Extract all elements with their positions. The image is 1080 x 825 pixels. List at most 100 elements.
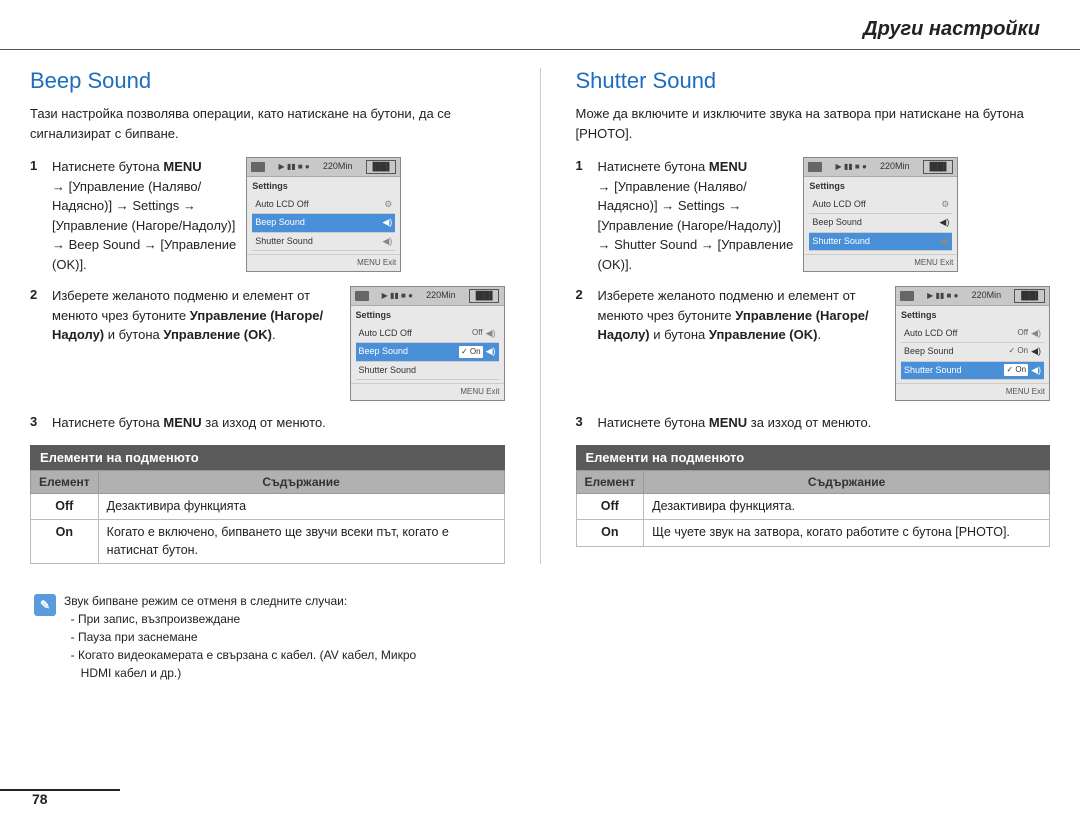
cam-screen-2-left: ▶ ▮▮ ■ ● 220Min ▐██▌ Settings Auto LCD O…: [350, 286, 505, 401]
cam-item-shutter-3: Shutter Sound◀): [809, 233, 952, 252]
beep-submenu-header: Елементи на подменюто: [30, 445, 505, 470]
cam-item-shutter-4: Shutter Sound ✓ On ◀): [901, 362, 1044, 381]
cam-menu-title-2: Settings: [356, 309, 499, 323]
beep-sound-column: Beep Sound Тази настройка позволява опер…: [30, 68, 505, 564]
shutter-sound-column: Shutter Sound Може да включите и изключи…: [576, 68, 1051, 564]
shutter-submenu-table: Елемент Съдържание Off Дезактивира функц…: [576, 470, 1051, 547]
note-container: ✎ Звук бипване режим се отменя в следнит…: [0, 564, 1080, 682]
main-content: Beep Sound Тази настройка позволява опер…: [0, 68, 1080, 564]
step-number-2: 2: [30, 287, 44, 302]
cam-item-shutter-2: Shutter Sound: [356, 362, 499, 381]
shutter-step-number-1: 1: [576, 158, 590, 173]
beep-row-off: Off Дезактивира функцията: [31, 493, 505, 520]
page-number-line: [0, 789, 120, 791]
cam-batt-2: ▐██▌: [469, 289, 500, 303]
shutter-submenu-header: Елементи на подменюто: [576, 445, 1051, 470]
page-number: 78: [32, 791, 48, 807]
step-1-shutter-content: Натиснете бутона MENU → [Управление (Нал…: [598, 157, 1051, 274]
cam-menu-title-1: Settings: [252, 180, 395, 194]
cam-footer-3: MENU Exit: [804, 254, 957, 271]
beep-sound-title: Beep Sound: [30, 68, 505, 94]
cam-time-4: 220Min: [972, 289, 1002, 303]
step-1-shutter: 1 Натиснете бутона MENU → [Управление (Н…: [576, 157, 1051, 274]
step-2-shutter-text: Изберете желаното подменю и елемент от м…: [598, 286, 886, 345]
cam-time-3: 220Min: [880, 160, 910, 174]
beep-off-content: Дезактивира функцията: [98, 493, 504, 520]
step-2-shutter: 2 Изберете желаното подменю и елемент от…: [576, 286, 1051, 401]
cam-item-auto-lcd-1: Auto LCD Off⚙: [252, 196, 395, 215]
cam-time-1: 220Min: [323, 160, 353, 174]
cam-icon-3: [808, 162, 822, 172]
step-1-beep-text: Натиснете бутона MENU → [Управление (Нал…: [52, 157, 236, 274]
beep-col-content: Съдържание: [98, 470, 504, 493]
shutter-sound-intro: Може да включите и изключите звука на за…: [576, 104, 1051, 143]
shutter-on-element: On: [576, 520, 644, 547]
beep-submenu-section: Елементи на подменюто Елемент Съдържание…: [30, 445, 505, 565]
shutter-submenu-section: Елементи на подменюто Елемент Съдържание…: [576, 445, 1051, 547]
cam-batt-4: ▐██▌: [1014, 289, 1045, 303]
step-2-beep-text: Изберете желаното подменю и елемент от м…: [52, 286, 340, 345]
cam-controls-3: ▶ ▮▮ ■ ●: [836, 161, 867, 173]
shutter-row-on: On Ще чуете звук на затвора, когато рабо…: [576, 520, 1050, 547]
beep-on-element: On: [31, 520, 99, 564]
cam-item-beep-4: Beep Sound ✓ On ◀): [901, 343, 1044, 362]
cam-footer-2: MENU Exit: [351, 383, 504, 400]
step-2-beep-content: Изберете желаното подменю и елемент от м…: [52, 286, 505, 401]
cam-footer-4: MENU Exit: [896, 383, 1049, 400]
shutter-col-content: Съдържание: [644, 470, 1050, 493]
shutter-on-content: Ще чуете звук на затвора, когато работит…: [644, 520, 1050, 547]
shutter-sound-steps: 1 Натиснете бутона MENU → [Управление (Н…: [576, 157, 1051, 433]
cam-icon-1: [251, 162, 265, 172]
step-3-beep: 3 Натиснете бутона MENU за изход от меню…: [30, 413, 505, 433]
cam-item-auto-lcd-3: Auto LCD Off⚙: [809, 196, 952, 215]
step-3-shutter: 3 Натиснете бутона MENU за изход от меню…: [576, 413, 1051, 433]
page-title: Други настройки: [863, 18, 1040, 40]
cam-footer-1: MENU Exit: [247, 254, 400, 271]
step-1-beep: 1 Натиснете бутона MENU → [Управление (Н…: [30, 157, 505, 274]
cam-icon-4: [900, 291, 914, 301]
cam-item-beep-2: Beep Sound ✓ On ◀): [356, 343, 499, 362]
step-3-shutter-content: Натиснете бутона MENU за изход от менюто…: [598, 413, 1051, 433]
step-number-1: 1: [30, 158, 44, 173]
cam-item-auto-lcd-4: Auto LCD Off Off ◀): [901, 325, 1044, 344]
cam-item-beep-3: Beep Sound◀): [809, 214, 952, 233]
step-3-beep-content: Натиснете бутона MENU за изход от менюто…: [52, 413, 505, 433]
beep-submenu-table: Елемент Съдържание Off Дезактивира функц…: [30, 470, 505, 565]
beep-off-element: Off: [31, 493, 99, 520]
column-divider: [540, 68, 541, 564]
step-2-beep: 2 Изберете желаното подменю и елемент от…: [30, 286, 505, 401]
cam-controls-2: ▶ ▮▮ ■ ●: [382, 290, 413, 302]
cam-controls-1: ▶ ▮▮ ■ ●: [278, 161, 309, 173]
beep-col-element: Елемент: [31, 470, 99, 493]
cam-batt-1: ▐██▌: [366, 160, 397, 174]
cam-item-beep-1: Beep Sound◀): [252, 214, 395, 233]
step-1-shutter-text: Натиснете бутона MENU → [Управление (Нал…: [598, 157, 794, 274]
beep-sound-steps: 1 Натиснете бутона MENU → [Управление (Н…: [30, 157, 505, 433]
shutter-sound-title: Shutter Sound: [576, 68, 1051, 94]
note-icon: ✎: [34, 594, 56, 616]
cam-menu-title-4: Settings: [901, 309, 1044, 323]
step-number-3: 3: [30, 414, 44, 429]
shutter-step-number-3: 3: [576, 414, 590, 429]
note-section: ✎ Звук бипване режим се отменя в следнит…: [30, 592, 1050, 682]
cam-batt-3: ▐██▌: [923, 160, 954, 174]
shutter-col-element: Елемент: [576, 470, 644, 493]
cam-time-2: 220Min: [426, 289, 456, 303]
step-1-beep-content: Натиснете бутона MENU → [Управление (Нал…: [52, 157, 505, 274]
cam-item-shutter-1: Shutter Sound◀): [252, 233, 395, 252]
step-2-shutter-content: Изберете желаното подменю и елемент от м…: [598, 286, 1051, 401]
cam-icon-2: [355, 291, 369, 301]
beep-on-content: Когато е включено, бипването ще звучи вс…: [98, 520, 504, 564]
beep-row-on: On Когато е включено, бипването ще звучи…: [31, 520, 505, 564]
shutter-off-element: Off: [576, 493, 644, 520]
beep-sound-intro: Тази настройка позволява операции, като …: [30, 104, 505, 143]
cam-screen-1-left: ▶ ▮▮ ■ ● 220Min ▐██▌ Settings Auto LCD O…: [246, 157, 401, 272]
shutter-off-content: Дезактивира функцията.: [644, 493, 1050, 520]
cam-screen-1-right: ▶ ▮▮ ■ ● 220Min ▐██▌ Settings Auto LCD O…: [803, 157, 958, 272]
shutter-step-number-2: 2: [576, 287, 590, 302]
page-header: Други настройки: [0, 0, 1080, 50]
cam-menu-title-3: Settings: [809, 180, 952, 194]
shutter-row-off: Off Дезактивира функцията.: [576, 493, 1050, 520]
cam-item-auto-lcd-2: Auto LCD Off Off ◀): [356, 325, 499, 344]
note-text: Звук бипване режим се отменя в следните …: [64, 592, 416, 682]
